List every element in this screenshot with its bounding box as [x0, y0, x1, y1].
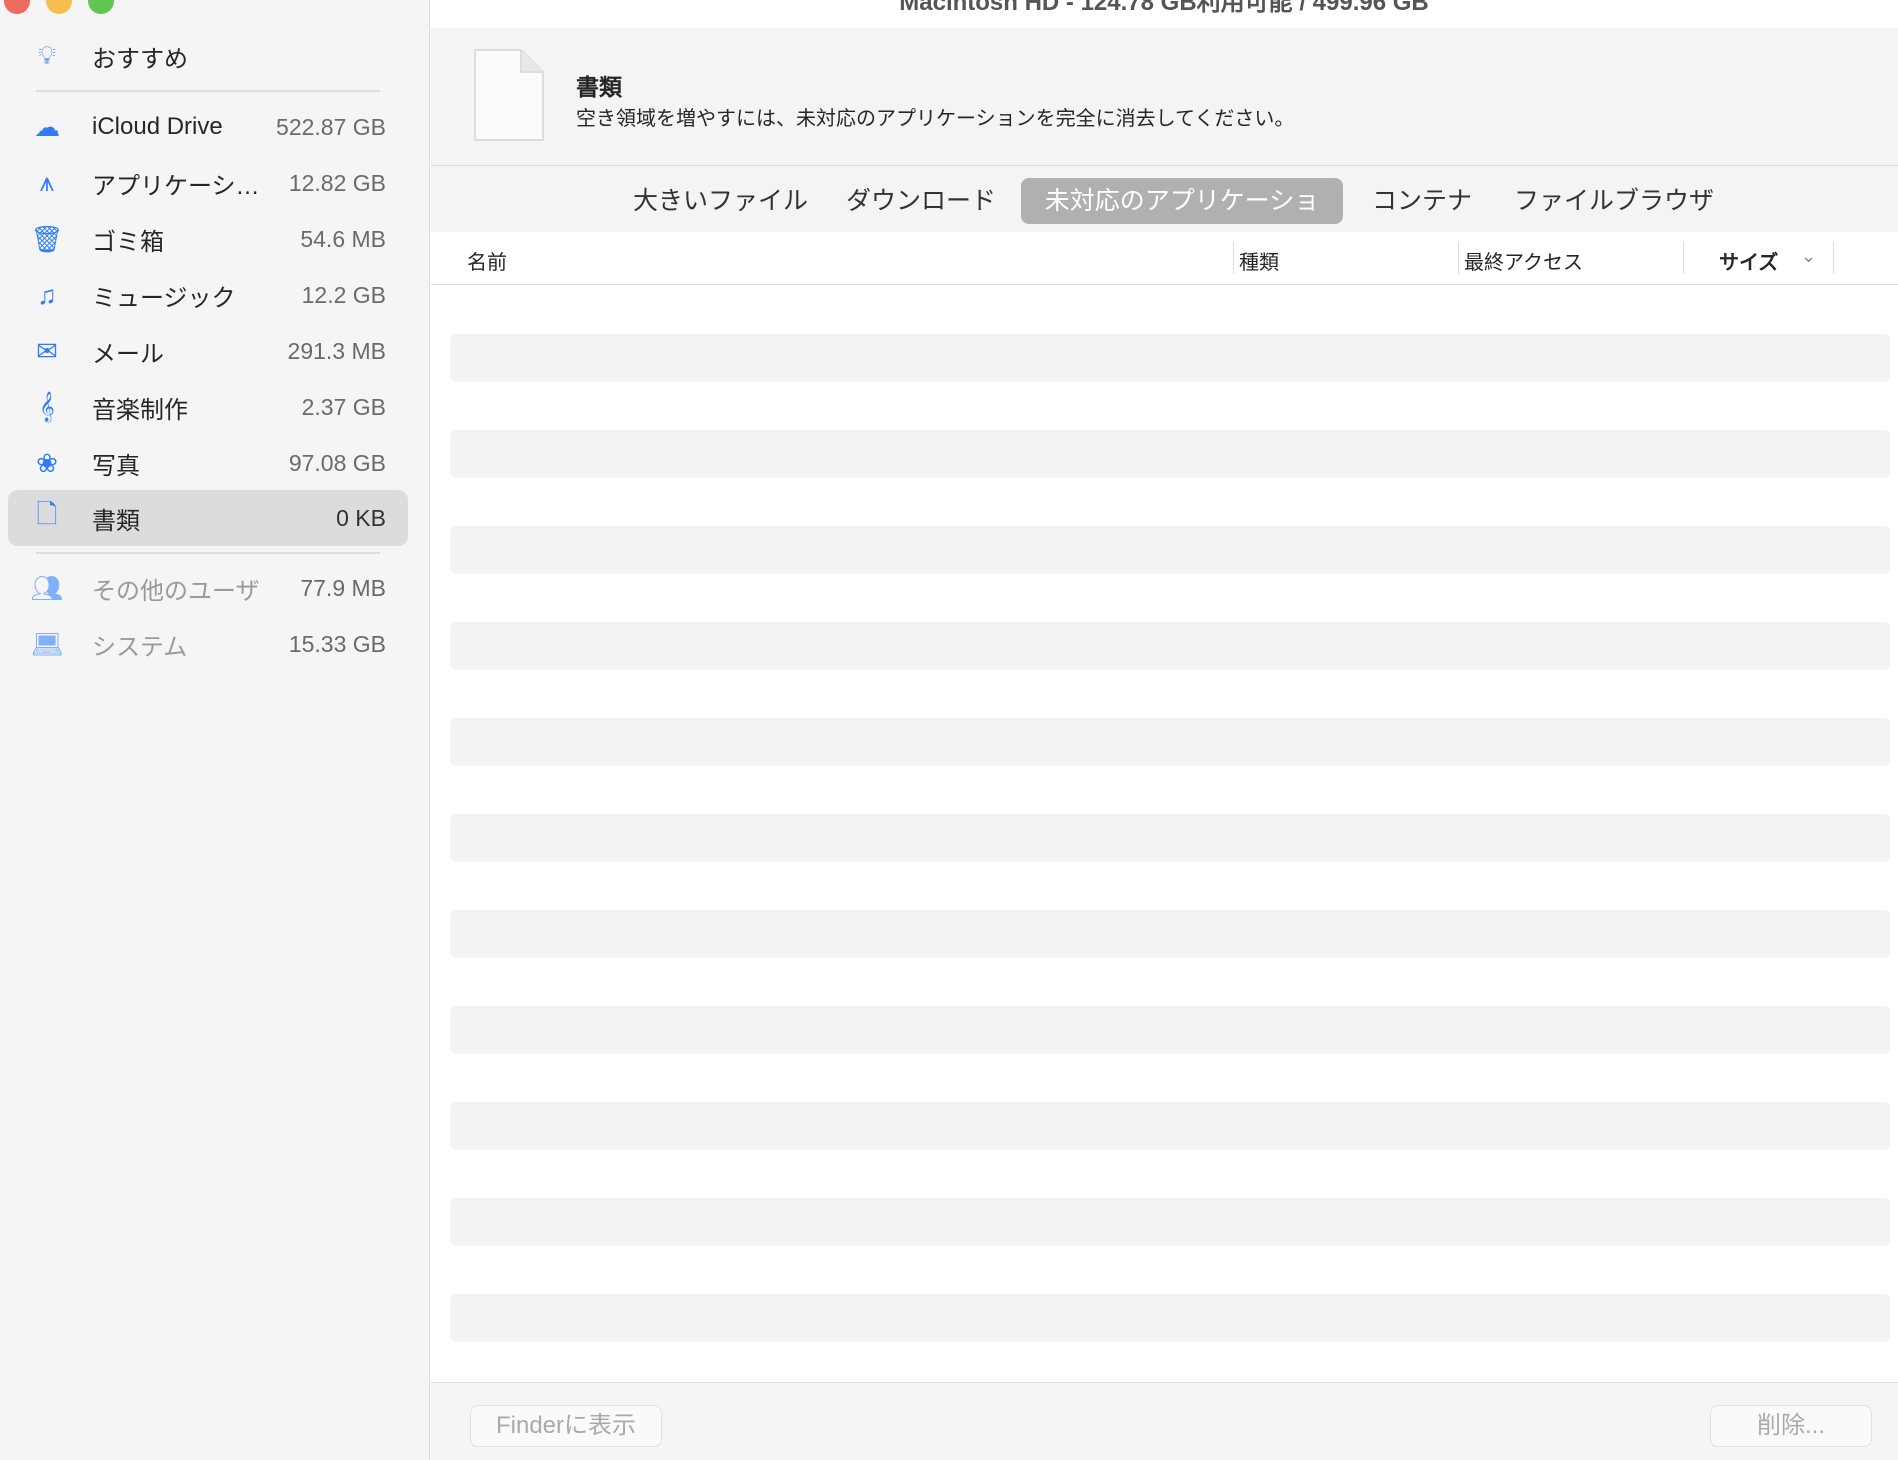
sidebar-item-photos[interactable]: ❀ 写真 97.08 GB	[8, 435, 408, 491]
table-row	[450, 1102, 1890, 1150]
bottom-bar: Finderに表示 削除...	[431, 1382, 1898, 1460]
instruments-icon: 𝄞	[39, 391, 55, 421]
category-title: 書類	[576, 74, 622, 100]
tab-bar: 大きいファイル ダウンロード 未対応のアプリケーション コンテナ ファイルブラウ…	[431, 166, 1898, 261]
music-note-icon: ♫	[37, 279, 57, 310]
column-divider[interactable]	[1833, 242, 1834, 274]
lightbulb-icon: 💡︎	[37, 40, 57, 70]
window-title: Macintosh HD - 124.78 GB利用可能 / 499.96 GB	[899, 0, 1429, 16]
table-row	[450, 718, 1890, 766]
file-list	[450, 286, 1890, 1342]
document-icon: 🗋	[36, 499, 58, 529]
column-divider[interactable]	[1683, 242, 1684, 274]
table-row	[450, 1006, 1890, 1054]
sidebar-item-icloud[interactable]: ☁︎ iCloud Drive 522.87 GB	[8, 99, 408, 155]
column-last-access[interactable]: 最終アクセス	[1464, 246, 1583, 275]
sidebar-item-applications[interactable]: ⩚ アプリケーシ… 12.82 GB	[8, 155, 408, 211]
column-divider[interactable]	[1233, 242, 1234, 274]
zoom-button[interactable]	[88, 0, 114, 14]
table-row	[450, 1198, 1890, 1246]
table-row	[450, 526, 1890, 574]
tab-unsupported-apps[interactable]: 未対応のアプリケーション	[1021, 178, 1343, 261]
table-header: 名前 種類 最終アクセス サイズ ⌄	[431, 232, 1898, 285]
column-divider[interactable]	[1458, 242, 1459, 274]
table-row	[450, 1294, 1890, 1342]
chevron-down-icon[interactable]: ⌄	[1801, 246, 1816, 267]
delete-button[interactable]: 削除...	[1710, 1405, 1872, 1447]
divider	[36, 90, 380, 92]
column-size[interactable]: サイズ	[1719, 246, 1778, 275]
sidebar-item-other-users[interactable]: 👥︎ その他のユーザ 77.9 MB	[8, 560, 408, 616]
table-row	[450, 334, 1890, 382]
table-row	[450, 814, 1890, 862]
sidebar: 💡︎ おすすめ ☁︎ iCloud Drive 522.87 GB ⩚ アプリケーシ……	[0, 0, 430, 1460]
table-row	[450, 622, 1890, 670]
app-store-icon: ⩚	[39, 167, 55, 197]
table-row	[450, 910, 1890, 958]
tab-large-files[interactable]: 大きいファイル	[617, 178, 824, 224]
sidebar-item-system[interactable]: 💻︎ システム 15.33 GB	[8, 616, 408, 672]
divider	[36, 552, 380, 554]
minimize-button[interactable]	[46, 0, 72, 14]
tab-containers[interactable]: コンテナ	[1356, 178, 1488, 224]
window-controls	[4, 0, 114, 14]
cloud-icon: ☁︎	[34, 111, 60, 142]
sidebar-item-mail[interactable]: ✉︎ メール 291.3 MB	[8, 323, 408, 379]
envelope-icon: ✉︎	[36, 335, 58, 366]
show-in-finder-button[interactable]: Finderに表示	[470, 1405, 662, 1447]
users-icon: 👥︎	[30, 572, 64, 603]
column-name[interactable]: 名前	[467, 246, 507, 275]
sidebar-item-trash[interactable]: 🗑︎ ゴミ箱 54.6 MB	[8, 211, 408, 267]
sidebar-item-recommend[interactable]: 💡︎ おすすめ	[8, 28, 408, 84]
tab-file-browser[interactable]: ファイルブラウザ	[1498, 178, 1730, 224]
table-row	[450, 430, 1890, 478]
category-header: 書類 空き領域を増やすには、未対応のアプリケーションを完全に消去してください。	[431, 28, 1898, 166]
photos-flower-icon: ❀	[36, 447, 58, 478]
laptop-icon: 💻︎	[30, 628, 64, 659]
document-icon	[474, 49, 544, 141]
close-button[interactable]	[4, 0, 30, 14]
sidebar-item-music[interactable]: ♫ ミュージック 12.2 GB	[8, 267, 408, 323]
trash-icon: 🗑︎	[30, 223, 64, 254]
tab-downloads[interactable]: ダウンロード	[830, 178, 1012, 224]
column-kind[interactable]: 種類	[1239, 246, 1279, 275]
category-description: 空き領域を増やすには、未対応のアプリケーションを完全に消去してください。	[576, 108, 1295, 130]
sidebar-item-documents[interactable]: 🗋 書類 0 KB	[8, 490, 408, 546]
sidebar-item-music-creation[interactable]: 𝄞 音楽制作 2.37 GB	[8, 379, 408, 435]
